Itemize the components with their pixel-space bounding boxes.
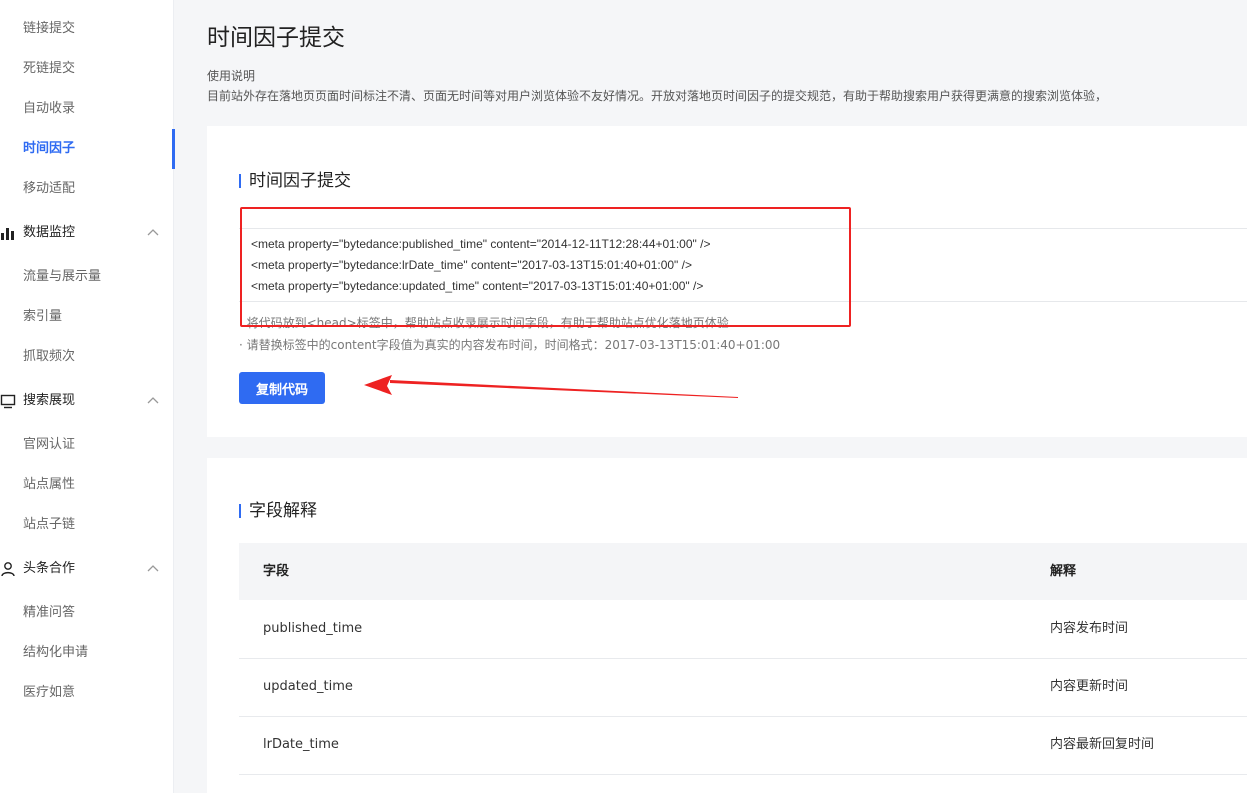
sidebar-group-label: 头条合作 (23, 561, 76, 576)
sidebar-item-traffic[interactable]: 流量与展示量 (0, 257, 174, 297)
sidebar-item-precise-qa[interactable]: 精准问答 (0, 593, 174, 633)
copy-code-button[interactable]: 复制代码 (239, 372, 325, 404)
table-row: updated_time 内容更新时间 (239, 658, 1247, 717)
sidebar-group-label: 搜索展现 (23, 393, 76, 408)
field-explanation-card: 字段解释 字段 解释 published_time 内容发布时间 updated… (207, 458, 1247, 793)
table-header: 字段 解释 (239, 543, 1247, 600)
sidebar-item-index-count[interactable]: 索引量 (0, 297, 174, 337)
sidebar-item-auto-index[interactable]: 自动收录 (0, 89, 174, 129)
field-name: published_time (263, 621, 363, 636)
sidebar-group-toutiao-coop[interactable]: 头条合作 (0, 549, 174, 589)
sidebar-item-structured-apply[interactable]: 结构化申请 (0, 633, 174, 673)
column-header-field: 字段 (263, 564, 290, 579)
table-row: lrDate_time 内容最新回复时间 (239, 716, 1247, 775)
sidebar-group-label: 数据监控 (23, 225, 76, 240)
chevron-up-icon (147, 229, 159, 236)
sidebar-group-data-monitor[interactable]: 数据监控 (0, 213, 174, 253)
monitor-icon (0, 394, 16, 409)
annotation-arrow (364, 375, 738, 398)
sidebar-item-site-attributes[interactable]: 站点属性 (0, 465, 174, 505)
page-title: 时间因子提交 (207, 25, 345, 51)
sidebar-group-search-display[interactable]: 搜索展现 (0, 381, 174, 421)
sidebar-item-mobile-adapt[interactable]: 移动适配 (0, 169, 174, 209)
sidebar-item-official-cert[interactable]: 官网认证 (0, 425, 174, 465)
chevron-up-icon (147, 565, 159, 572)
sidebar-item-link-submit[interactable]: 链接提交 (0, 9, 174, 49)
sidebar-item-crawl-frequency[interactable]: 抓取频次 (0, 337, 174, 377)
field-explanation: 内容最新回复时间 (1050, 737, 1155, 752)
field-explanation: 内容发布时间 (1050, 621, 1129, 636)
field-name: updated_time (263, 679, 353, 694)
section-title: 时间因子提交 (239, 171, 351, 191)
column-header-explanation: 解释 (1050, 564, 1077, 579)
sidebar-item-site-sublinks[interactable]: 站点子链 (0, 505, 174, 545)
section-title: 字段解释 (239, 501, 317, 521)
chevron-up-icon (147, 397, 159, 404)
usage-description: 目前站外存在落地页页面时间标注不清、页面无时间等对用户浏览体验不友好情况。开放对… (207, 89, 1108, 103)
instruction-note: · 请替换标签中的content字段值为真实的内容发布时间，时间格式：2017-… (239, 338, 781, 352)
bar-chart-icon (1, 228, 14, 240)
usage-title: 使用说明 (207, 69, 256, 83)
user-icon (1, 562, 15, 577)
annotation-highlight-box (240, 207, 851, 327)
sidebar-item-medical-ruyi[interactable]: 医疗如意 (0, 673, 174, 713)
sidebar-item-time-factor[interactable]: 时间因子 (0, 129, 175, 169)
table-row: published_time 内容发布时间 (239, 600, 1247, 659)
field-name: lrDate_time (263, 737, 339, 752)
field-explanation: 内容更新时间 (1050, 679, 1129, 694)
sidebar-item-dead-link-submit[interactable]: 死链提交 (0, 49, 174, 89)
sidebar: 链接提交 死链提交 自动收录 时间因子 移动适配 数据监控 流量与展示量 索引量… (0, 0, 175, 793)
